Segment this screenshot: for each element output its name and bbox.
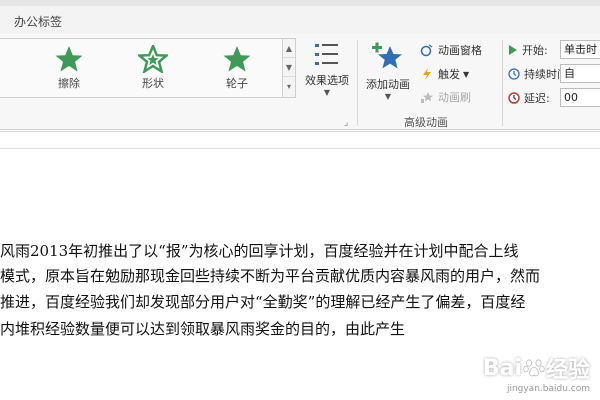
list-options-icon [315, 44, 338, 65]
play-icon [509, 45, 517, 55]
start-select[interactable]: 单击时 [560, 40, 600, 59]
document-line: 内堆积经验数量便可以达到领取暴风雨奖金的目的，由此产生 [0, 320, 406, 338]
start-label: 开始: [522, 44, 548, 57]
animation-pane-button[interactable]: 动画窗格 [420, 40, 482, 60]
animation-gallery: 擦除 形状 轮子 ▲ ▼ ▾ [0, 38, 296, 98]
paw-icon [523, 359, 545, 377]
animation-shape[interactable]: 形状 [118, 45, 188, 97]
watermark-brand-cn: 经验 [545, 358, 590, 383]
advanced-animation-group-label: 高级动画 [404, 116, 448, 129]
chevron-down-icon: ▼ [384, 92, 392, 101]
document-line: 风雨2013年初推出了以“报”为核心的回享计划，百度经验并在计划中配合上线 [0, 242, 519, 260]
animation-label: 轮子 [226, 77, 248, 90]
document-line: 推进，百度经验我们却发现部分用户对“全勤奖”的理解已经产生了偏差，百度经 [0, 293, 526, 311]
scroll-down-icon[interactable]: ▼ [283, 58, 295, 77]
star-icon [55, 46, 83, 72]
watermark-brand: Bai [482, 355, 522, 381]
group-divider [357, 40, 358, 126]
delay-row: 延迟: [508, 88, 550, 108]
lightning-icon [423, 68, 431, 80]
office-tab[interactable]: 办公标签 [14, 13, 62, 30]
animation-painter-button[interactable]: 动画刷 [420, 87, 471, 107]
effect-options-label: 效果选项 [305, 74, 349, 87]
start-row: 开始: [508, 40, 548, 60]
animation-painter-label: 动画刷 [438, 91, 471, 104]
gallery-more-icon[interactable]: ▾ [283, 77, 295, 96]
document-top-rule [0, 148, 600, 149]
ribbon-tab-row: 办公标签 [0, 6, 600, 34]
baidu-watermark: Bai 经验 jingyan.baidu.com [482, 352, 590, 395]
clock-icon [508, 68, 520, 80]
animation-label: 形状 [142, 77, 164, 90]
animation-pane-icon [420, 44, 433, 57]
trigger-button[interactable]: 触发 ▼ [420, 64, 469, 84]
delay-label: 延迟: [524, 92, 550, 105]
add-star-icon [372, 42, 402, 69]
ribbon-bottom-edge [0, 131, 600, 132]
animation-wipe[interactable]: 擦除 [34, 45, 104, 97]
effect-options-button[interactable]: 效果选项 ▼ [298, 40, 356, 102]
ribbon-panel: 擦除 形状 轮子 ▲ ▼ ▾ 效果选项 ▼ ⌟ 添加动画 ▼ 动画窗格 触发 ▼… [0, 34, 600, 130]
animation-wheel[interactable]: 轮子 [202, 45, 272, 97]
painter-star-icon [421, 92, 433, 103]
animation-pane-label: 动画窗格 [438, 44, 482, 57]
add-animation-button[interactable]: 添加动画 ▼ [360, 40, 416, 110]
chevron-down-icon: ▼ [323, 88, 331, 97]
dialog-launcher-icon[interactable]: ⌟ [344, 118, 348, 128]
document-line: 模式，原本旨在勉励那现金回些持续不断为平台贡献优质内容暴风雨的用户，然而 [0, 267, 541, 285]
star-outline-icon [138, 45, 168, 73]
duration-input[interactable]: 自 [560, 64, 600, 83]
trigger-label: 触发 [438, 68, 460, 81]
delay-clock-icon [508, 92, 520, 104]
group-divider [502, 40, 503, 126]
animation-label: 擦除 [58, 77, 80, 90]
scroll-up-icon[interactable]: ▲ [283, 39, 295, 58]
star-icon [223, 46, 251, 72]
watermark-url: jingyan.baidu.com [506, 384, 590, 394]
gallery-scrollbar[interactable]: ▲ ▼ ▾ [282, 39, 295, 97]
delay-input[interactable]: 00 [560, 88, 600, 107]
chevron-down-icon: ▼ [463, 69, 470, 79]
add-animation-label: 添加动画 [366, 78, 410, 91]
